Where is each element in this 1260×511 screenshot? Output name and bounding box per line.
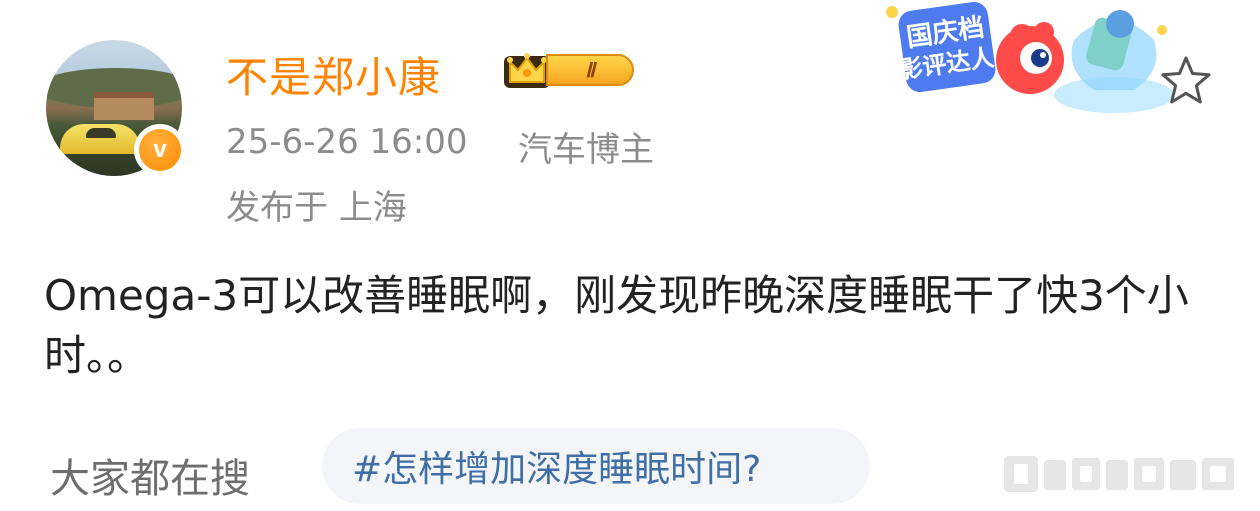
level-label: Ⅱ xyxy=(546,54,634,86)
avatar-car xyxy=(60,124,140,154)
crown-icon xyxy=(504,53,550,88)
user-tag: 汽车博主 xyxy=(518,130,654,170)
trending-search-label: 大家都在搜 xyxy=(50,456,250,502)
trending-topic-link[interactable]: #怎样增加深度睡眠时间? xyxy=(322,428,870,504)
post-time: 25-6-26 16:00 xyxy=(226,122,468,162)
username[interactable]: 不是郑小康 xyxy=(226,44,441,105)
member-level-badge[interactable]: Ⅱ xyxy=(502,46,636,94)
verified-v-icon: v xyxy=(139,129,181,171)
verified-badge: v xyxy=(134,124,186,176)
post-location: 发布于 上海 xyxy=(226,188,407,228)
weibo-watermark-icon xyxy=(1004,456,1234,492)
avatar-house xyxy=(94,92,154,120)
post-text: Omega-3可以改善睡眠啊，刚发现昨晚深度睡眠干了快3个小时。。 xyxy=(44,271,1189,380)
weibo-post: v 不是郑小康 Ⅱ 25-6-26 16:00 汽车博主 发布于 上海 国庆档 xyxy=(0,0,1260,511)
star-outline-icon[interactable] xyxy=(1158,54,1214,108)
